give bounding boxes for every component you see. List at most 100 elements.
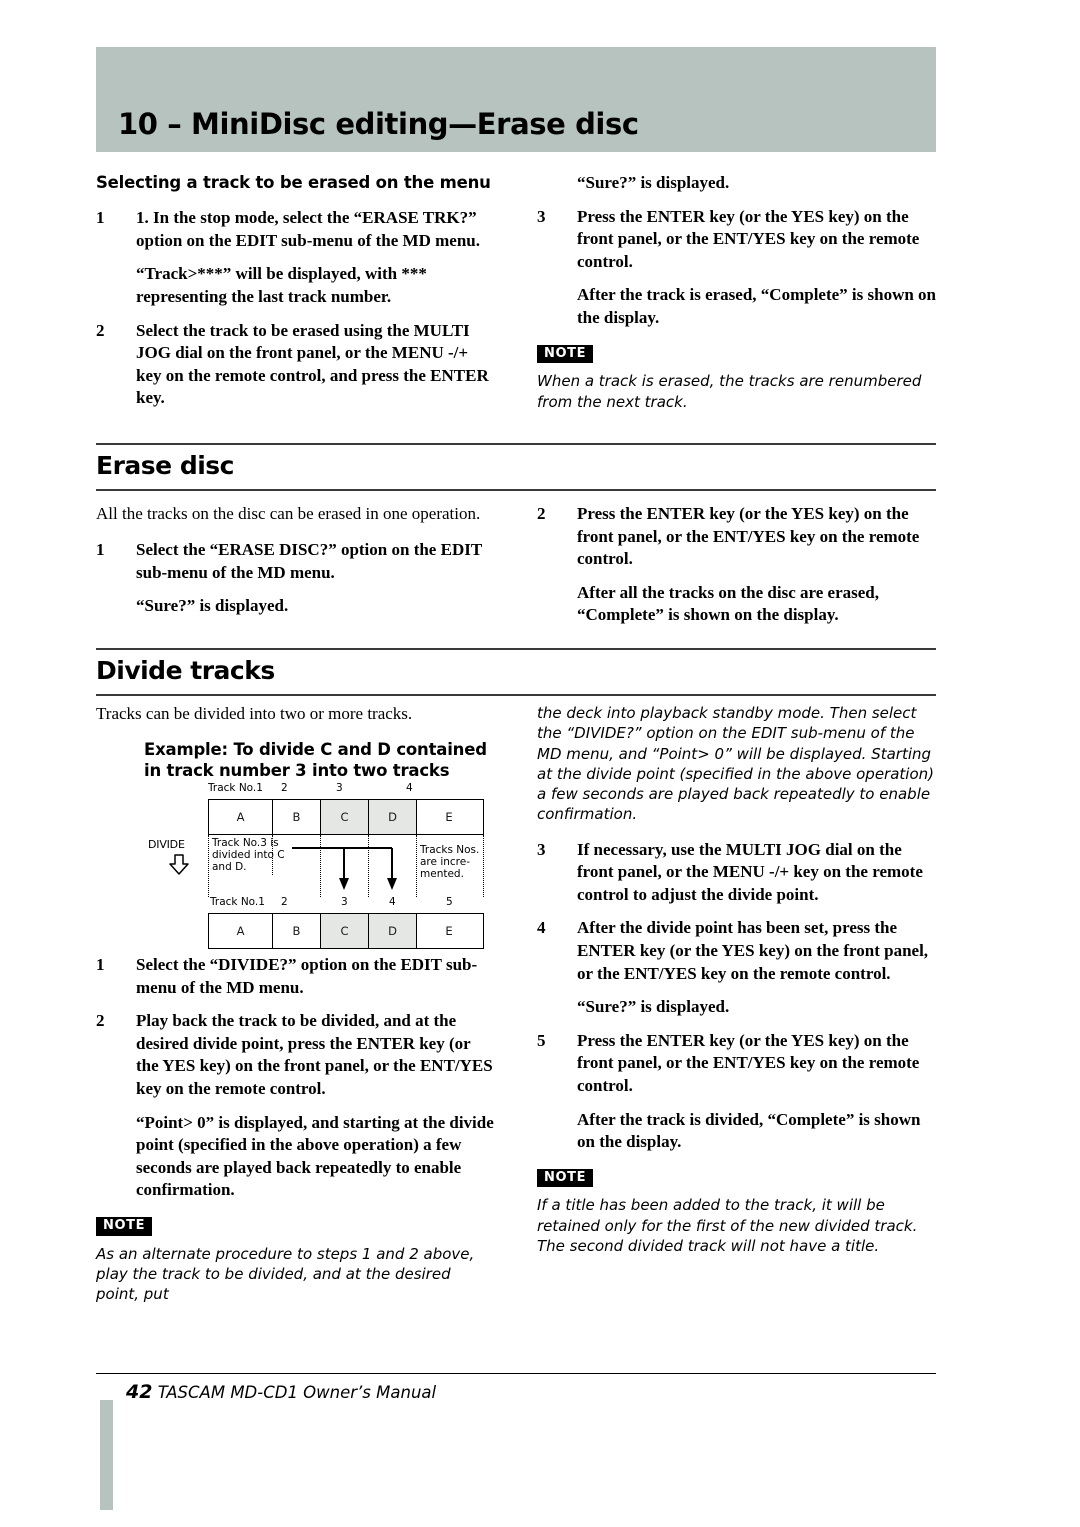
diagram-cell-a-before: A (209, 800, 273, 834)
section-heading-erase-disc: Erase disc (96, 443, 936, 491)
diagram-top-label-4: 4 (406, 782, 413, 794)
step-text: Press the ENTER key (or the YES key) on … (577, 504, 920, 569)
footer-rule (96, 1373, 936, 1374)
step-number: 1 (96, 955, 105, 974)
diagram-annotation-right-line1: Tracks Nos. (420, 844, 480, 856)
diagram-annotation-left-line1: Track No.3 is (212, 837, 279, 849)
note-body-divide-alt-continued: the deck into playback standby mode. The… (537, 704, 935, 824)
diagram-bottom-label-1: Track No.1 (210, 896, 265, 908)
diagram-bottom-label-5: 5 (446, 896, 453, 908)
diagram-top-labels: Track No.1 2 3 4 (150, 782, 490, 798)
diagram-bottom-label-2: 2 (281, 896, 288, 908)
footer-accent-bar (100, 1400, 113, 1510)
note-body-erase-track: When a track is erased, the tracks are r… (537, 372, 922, 411)
erase-disc-step-1: 1 Select the “ERASE DISC?” option on the… (96, 539, 495, 584)
diagram-cell-d-after: D (369, 914, 417, 948)
step-text: If necessary, use the MULTI JOG dial on … (577, 839, 923, 904)
diagram-track-bar-before: A B C D E (208, 799, 484, 835)
sure-displayed-text: “Sure?” is displayed. (577, 173, 730, 192)
divide-step-4-note: “Sure?” is displayed. (577, 997, 730, 1017)
divide-step-3: 3 If necessary, use the MULTI JOG dial o… (537, 839, 936, 907)
diagram-bottom-label-4: 4 (389, 896, 396, 908)
note-badge: NOTE (96, 1217, 153, 1236)
step-text: Select the “ERASE DISC?” option on the E… (136, 540, 482, 582)
erase-disc-intro: All the tracks on the disc can be erased… (96, 504, 481, 523)
diagram-cell-d-before: D (369, 800, 417, 834)
note-badge: NOTE (537, 344, 594, 364)
erase-track-step-2: 2 Select the track to be erased using th… (96, 320, 495, 410)
step-number: 2 (537, 504, 546, 523)
divide-step-2-note: “Point> 0” is displayed, and starting at… (136, 1112, 494, 1200)
diagram-track-bar-after: A B C D E (208, 913, 484, 949)
diagram-cell-e-before: E (445, 810, 453, 824)
divide-step-2: 2 Play back the track to be divided, and… (96, 1010, 495, 1100)
divide-step-5: 5 Press the ENTER key (or the YES key) o… (537, 1030, 936, 1098)
page-number: 42 (126, 1381, 153, 1403)
diagram-guide-1 (208, 835, 209, 897)
erase-disc-step-2: 2 Press the ENTER key (or the YES key) o… (537, 503, 936, 571)
top-right-column: “Sure?” is displayed. 3 Press the ENTER … (537, 172, 936, 426)
step-number: 2 (96, 1011, 105, 1031)
divide-tracks-intro: Tracks can be divided into two or more t… (96, 704, 413, 723)
erase-disc-right-column: 2 Press the ENTER key (or the YES key) o… (537, 503, 936, 638)
diagram-annotation-left-line2: divided into C (212, 849, 285, 862)
section-heading-label: Erase disc (96, 451, 234, 480)
diagram-split-arrows-icon (292, 847, 397, 890)
erase-disc-step-1-note: “Sure?” is displayed. (136, 596, 289, 616)
diagram-bottom-label-3: 3 (341, 896, 348, 908)
erase-disc-left-column: All the tracks on the disc can be erased… (96, 503, 495, 629)
erase-track-step-1: 1 1. In the stop mode, select the “ERASE… (96, 207, 495, 252)
step-text: After the divide point has been set, pre… (577, 918, 929, 983)
erase-track-step-3-note: After the track is erased, “Complete” is… (577, 285, 937, 328)
erase-track-step-1-note: “Track>***” will be displayed, with *** … (136, 264, 427, 306)
section-heading-label: Divide tracks (96, 656, 275, 685)
divide-tracks-diagram: Track No.1 2 3 4 A B C D E DIVIDE Track … (148, 782, 490, 949)
step-number: 1 (96, 540, 105, 560)
page-title: 10 – MiniDisc editing—Erase disc (118, 107, 639, 141)
diagram-annotation-right: Tracks Nos. are incre- mented. (420, 844, 479, 881)
diagram-cell-e-after: E (445, 924, 453, 938)
diagram-divide-label: DIVIDE (148, 838, 185, 851)
diagram-cell-c-before: C (321, 800, 369, 834)
diagram-cell-b-before: B (273, 800, 321, 834)
diagram-guide-5 (416, 835, 417, 897)
top-left-column: Selecting a track to be erased on the me… (96, 172, 495, 421)
diagram-cell-b-after: B (273, 914, 321, 948)
diagram-top-label-2: 2 (281, 782, 288, 794)
diagram-bottom-labels: Track No.1 2 3 4 5 (150, 896, 490, 912)
divide-tracks-left-steps: 1 Select the “DIVIDE?” option on the EDI… (96, 954, 495, 1318)
step-text: Select the track to be erased using the … (136, 320, 489, 408)
diagram-top-label-1: Track No.1 (208, 782, 263, 794)
note-body-divide-title: If a title has been added to the track, … (537, 1196, 918, 1255)
diagram-guide-6 (483, 835, 484, 897)
erase-track-subhead: Selecting a track to be erased on the me… (96, 173, 491, 192)
divide-tracks-example-title: Example: To divide C and D contained in … (144, 740, 487, 781)
step-number: 5 (537, 1030, 546, 1050)
divide-tracks-right-column: the deck into playback standby mode. The… (537, 703, 936, 1270)
diagram-cell-a-after: A (209, 914, 273, 948)
manual-title: TASCAM MD-CD1 Owner’s Manual (157, 1383, 437, 1402)
divide-down-arrow-icon (169, 854, 189, 875)
diagram-cell-c-after: C (321, 914, 369, 948)
note-badge: NOTE (537, 1168, 594, 1188)
divide-step-1: 1 Select the “DIVIDE?” option on the EDI… (96, 954, 495, 999)
note-body-divide-alt: As an alternate procedure to steps 1 and… (96, 1244, 475, 1304)
divide-step-5-note: After the track is divided, “Complete” i… (577, 1109, 921, 1152)
diagram-annotation-left: Track No.3 is divided into C and D. (212, 837, 285, 874)
erase-disc-step-2-note: After all the tracks on the disc are era… (577, 582, 880, 625)
step-text: Press the ENTER key (or the YES key) on … (577, 206, 920, 271)
step-number: 1 (96, 208, 105, 228)
step-text: Press the ENTER key (or the YES key) on … (577, 1030, 920, 1095)
step-number: 4 (537, 918, 546, 938)
section-heading-divide-tracks: Divide tracks (96, 648, 936, 696)
diagram-annotation-left-line3: and D. (212, 861, 247, 874)
erase-track-step-3: 3 Press the ENTER key (or the YES key) o… (537, 206, 936, 274)
diagram-annotation-right-line2: are incre- (420, 856, 470, 869)
step-number: 3 (537, 839, 546, 859)
step-number: 3 (537, 206, 546, 226)
footer: 42 TASCAM MD-CD1 Owner’s Manual (126, 1381, 436, 1403)
step-text: Select the “DIVIDE?” option on the EDIT … (136, 955, 478, 997)
divide-step-4: 4 After the divide point has been set, p… (537, 917, 936, 985)
step-number: 2 (96, 320, 105, 340)
diagram-top-label-3: 3 (336, 782, 343, 794)
